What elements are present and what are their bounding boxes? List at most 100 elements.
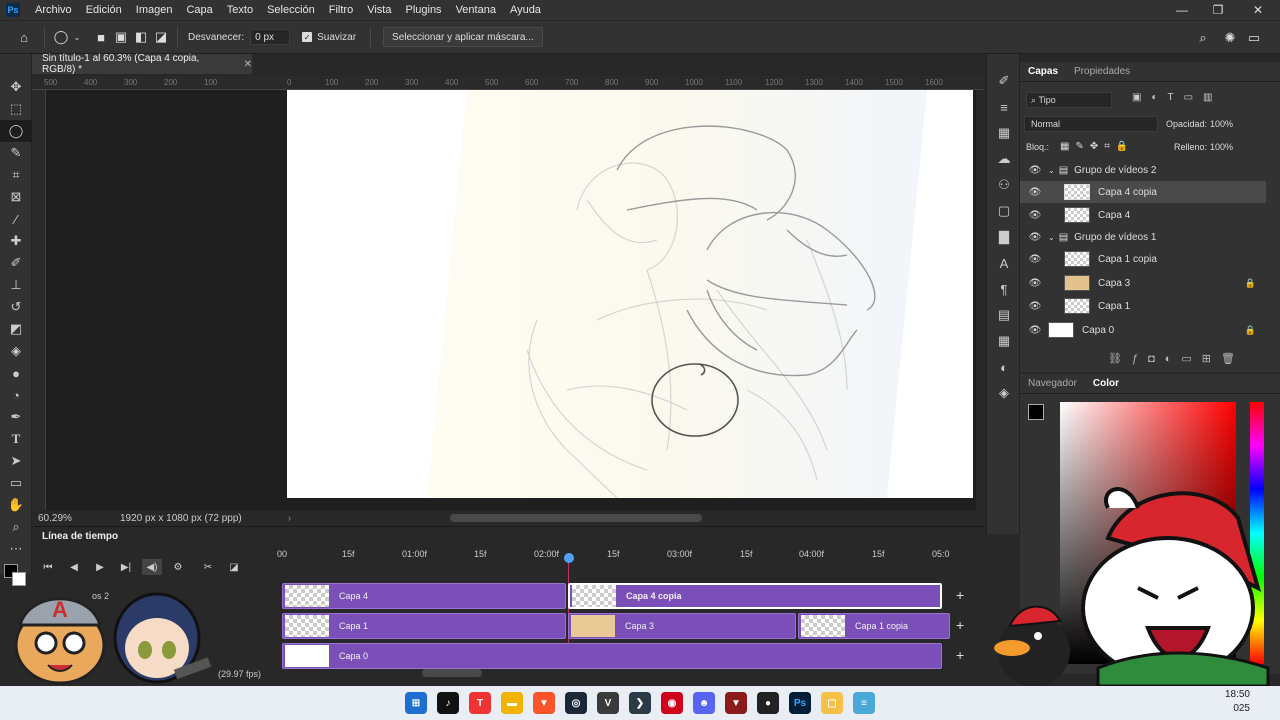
frame-tool-icon[interactable]: ⊠ — [0, 186, 32, 208]
app-icon[interactable]: ❯ — [629, 692, 651, 714]
channels-icon[interactable]: ⚇ — [987, 172, 1021, 198]
system-clock[interactable]: 18:50 025 — [1225, 688, 1250, 716]
foreground-color-swatch[interactable] — [1028, 404, 1044, 420]
zoom-level[interactable]: 60.29% — [38, 513, 108, 524]
histogram-icon[interactable]: ▇ — [987, 224, 1021, 250]
visibility-eye-icon[interactable]: 👁 — [1028, 187, 1042, 198]
split-scissors-icon[interactable]: ✂ — [198, 559, 218, 575]
menu-imagen[interactable]: Imagen — [129, 4, 180, 16]
add-selection-icon[interactable]: ▣ — [111, 27, 131, 47]
menu-archivo[interactable]: Archivo — [28, 4, 79, 16]
history-brush-icon[interactable]: ↺ — [0, 296, 32, 318]
stamp-tool-icon[interactable]: ⊥ — [0, 274, 32, 296]
audio-icon[interactable]: ◀) — [142, 559, 162, 575]
menu-plugins[interactable]: Plugins — [398, 4, 448, 16]
playhead-handle[interactable] — [564, 553, 574, 563]
brush-tool-icon[interactable]: ✐ — [0, 252, 32, 274]
tab-color[interactable]: Color — [1085, 378, 1127, 389]
close-tab-icon[interactable]: ✕ — [244, 59, 252, 70]
clip-capa-3[interactable]: Capa 3 — [568, 613, 796, 639]
swatches-grid-icon[interactable]: ▦ — [987, 120, 1021, 146]
horizontal-scrollbar[interactable] — [450, 514, 702, 522]
paint-bucket-icon[interactable]: ◈ — [0, 340, 32, 362]
chevron-down-icon[interactable]: ⌄ — [71, 27, 83, 47]
obs-icon[interactable]: ● — [757, 692, 779, 714]
cc-libraries-icon[interactable]: ☁ — [987, 146, 1021, 172]
close-icon[interactable]: ✕ — [1240, 0, 1276, 20]
document-canvas[interactable] — [287, 90, 973, 498]
layer-row[interactable]: 👁 ⌄ ▤ Grupo de vídeos 1 — [1020, 226, 1266, 248]
transition-icon[interactable]: ◪ — [224, 559, 244, 575]
eyedropper-icon[interactable]: ⁄ — [0, 208, 32, 230]
menu-filtro[interactable]: Filtro — [322, 4, 360, 16]
menu-texto[interactable]: Texto — [220, 4, 260, 16]
app-icon[interactable]: ▢ — [821, 692, 843, 714]
maximize-icon[interactable]: ❐ — [1200, 0, 1236, 20]
healing-brush-icon[interactable]: ✚ — [0, 230, 32, 252]
menu-ayuda[interactable]: Ayuda — [503, 4, 548, 16]
blur-tool-icon[interactable]: ● — [0, 362, 32, 384]
patterns-icon[interactable]: ▦ — [987, 328, 1021, 354]
comments-icon[interactable]: ▢ — [987, 198, 1021, 224]
menu-seleccion[interactable]: Selección — [260, 4, 322, 16]
voicemeeter-icon[interactable]: V — [597, 692, 619, 714]
lasso-tool-icon[interactable]: ◯ — [51, 27, 71, 47]
previous-frame-icon[interactable]: ◀ — [64, 559, 84, 575]
gradients-icon[interactable]: ▤ — [987, 302, 1021, 328]
more-tools-icon[interactable]: ⋯ — [0, 538, 32, 560]
marquee-tool-icon[interactable]: ⬚ — [0, 98, 32, 120]
settings-gear-icon[interactable]: ⚙ — [168, 559, 188, 575]
clip-capa-4[interactable]: Capa 4 — [282, 583, 566, 609]
path-selection-icon[interactable]: ➤ — [0, 450, 32, 472]
opacity-value[interactable]: 100% — [1210, 119, 1233, 129]
pen-tool-icon[interactable]: ✒ — [0, 406, 32, 428]
crop-tool-icon[interactable]: ⌗ — [0, 164, 32, 186]
layer-row-selected[interactable]: 👁 Capa 4 copia — [1020, 181, 1266, 203]
new-selection-icon[interactable]: ■ — [91, 27, 111, 47]
steam-icon[interactable]: ◎ — [565, 692, 587, 714]
quick-selection-icon[interactable]: ✎ — [0, 142, 32, 164]
app-icon[interactable]: ▼ — [725, 692, 747, 714]
timeline-scrollbar[interactable] — [422, 669, 482, 677]
first-frame-icon[interactable]: ⏮ — [38, 559, 58, 575]
layer-row[interactable]: 👁 Capa 1 — [1020, 295, 1266, 317]
photoshop-taskbar-icon[interactable]: Ps — [789, 692, 811, 714]
menu-capa[interactable]: Capa — [179, 4, 219, 16]
next-frame-icon[interactable]: ▶| — [116, 559, 136, 575]
layer-row[interactable]: 👁 Capa 1 copia — [1020, 248, 1266, 270]
layer-row[interactable]: 👁 Capa 3 🔒 — [1020, 272, 1266, 294]
workspace-icon[interactable]: ▭ — [1244, 28, 1264, 48]
rectangle-tool-icon[interactable]: ▭ — [0, 472, 32, 494]
eraser-icon[interactable]: ◩ — [0, 318, 32, 340]
layer-row[interactable]: 👁 Capa 4 — [1020, 204, 1266, 226]
visibility-eye-icon[interactable]: 👁 — [1028, 232, 1042, 243]
character-icon[interactable]: A — [987, 250, 1021, 276]
background-color-swatch[interactable] — [12, 572, 26, 586]
add-media-icon[interactable]: + — [956, 647, 964, 663]
subtract-selection-icon[interactable]: ◧ — [131, 27, 151, 47]
tiktok-icon[interactable]: ♪ — [437, 692, 459, 714]
clip-capa-4-copia[interactable]: Capa 4 copia — [568, 583, 942, 609]
intersect-selection-icon[interactable]: ◪ — [151, 27, 171, 47]
text-app-icon[interactable]: T — [469, 692, 491, 714]
visibility-eye-icon[interactable]: 👁 — [1028, 278, 1042, 289]
select-and-mask-button[interactable]: Seleccionar y aplicar máscara... — [383, 27, 543, 47]
visibility-eye-icon[interactable]: 👁 — [1028, 301, 1042, 312]
clip-capa-0[interactable]: Capa 0 — [282, 643, 942, 669]
styles-icon[interactable]: ◐ — [987, 354, 1021, 380]
layer-row[interactable]: 👁 Capa 0 🔒 — [1020, 319, 1266, 341]
lock-options-icons[interactable]: ▦✎✥⌗🔒 — [1060, 141, 1134, 152]
adjustments-icon[interactable]: ≡ — [987, 94, 1021, 120]
clip-capa-1-copia[interactable]: Capa 1 copia — [798, 613, 950, 639]
tab-propiedades[interactable]: Propiedades — [1066, 66, 1138, 77]
brush-settings-icon[interactable]: ✐ — [987, 68, 1021, 94]
smooth-checkbox[interactable]: ✓ — [302, 32, 313, 42]
feather-input[interactable]: 0 px — [250, 29, 291, 45]
menu-edicion[interactable]: Edición — [79, 4, 129, 16]
document-tab[interactable]: Sin título-1 al 60.3% (Capa 4 copia, RGB… — [32, 53, 252, 75]
hand-tool-icon[interactable]: ✋ — [0, 494, 32, 516]
play-icon[interactable]: ▶ — [90, 559, 110, 575]
menu-ventana[interactable]: Ventana — [449, 4, 503, 16]
file-explorer-icon[interactable]: ▬ — [501, 692, 523, 714]
layer-row[interactable]: 👁 ⌄ ▤ Grupo de vídeos 2 — [1020, 159, 1266, 181]
